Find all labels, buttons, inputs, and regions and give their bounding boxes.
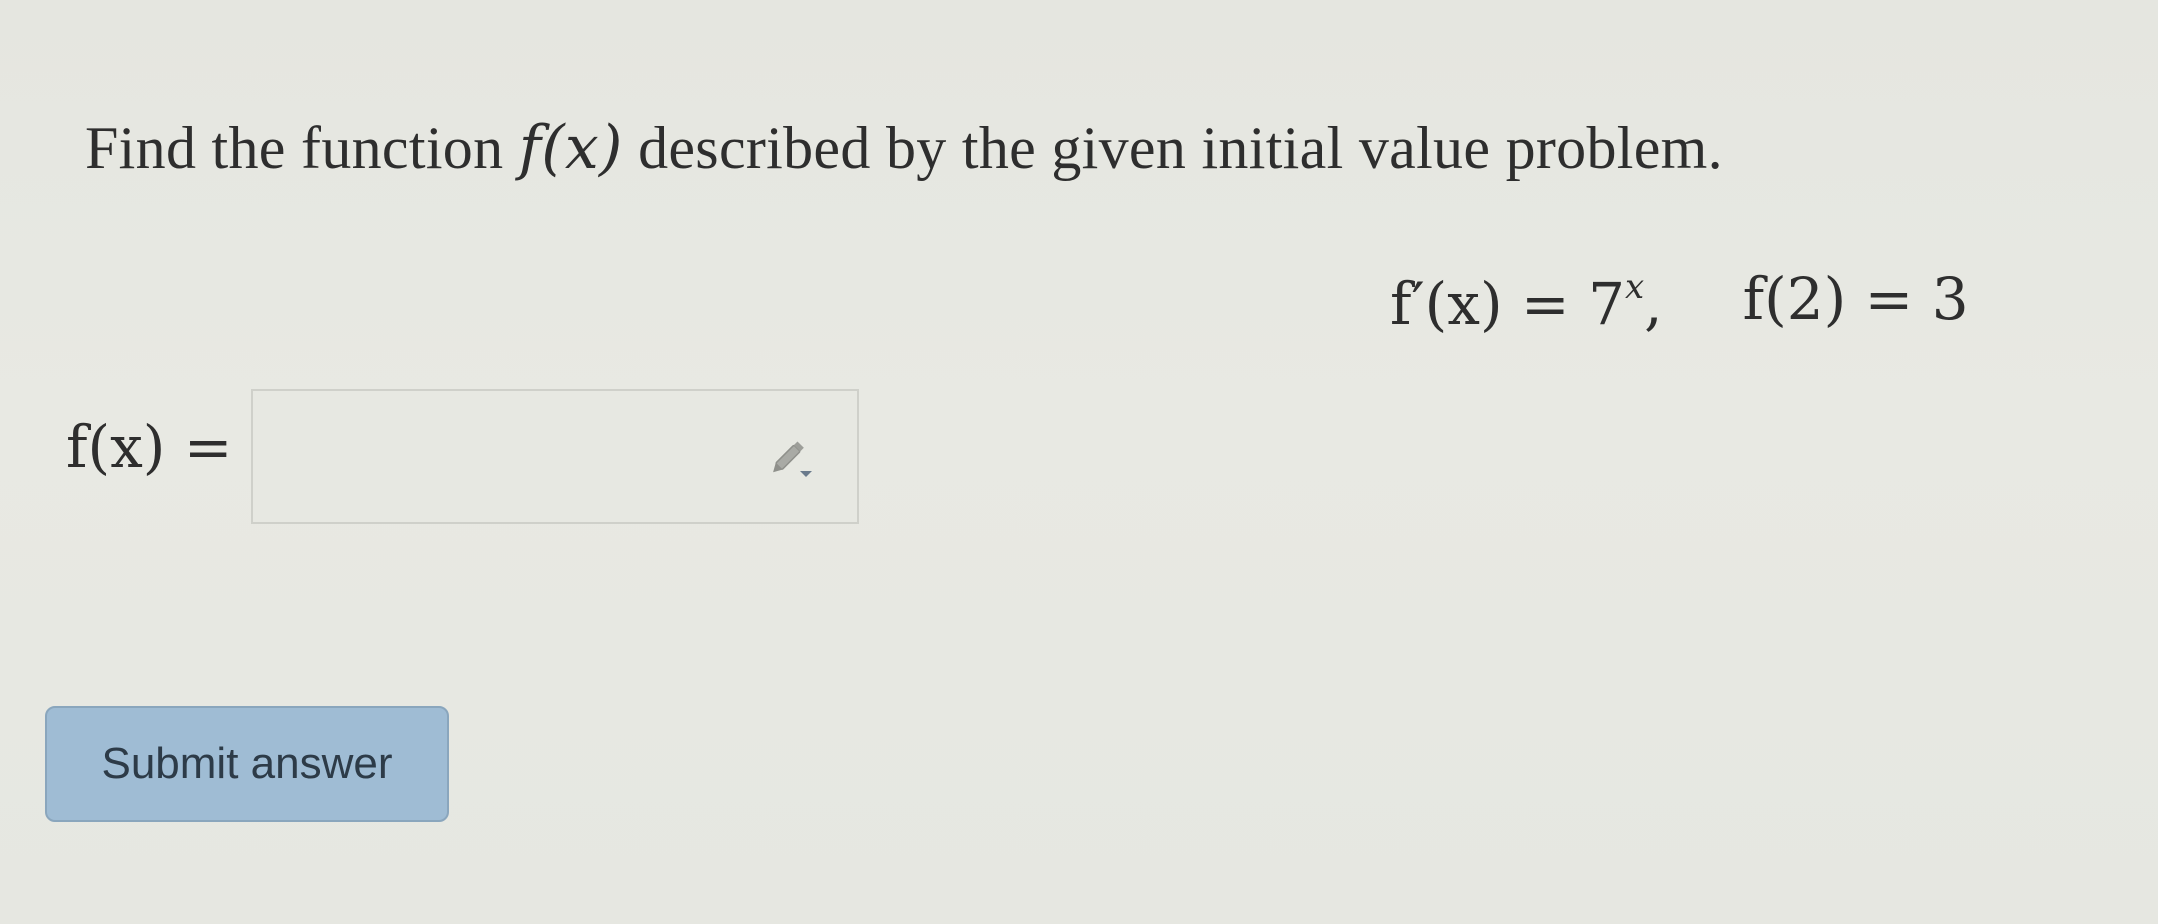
initial-condition: f(2) = 3 [1742,265,1969,333]
derivative-exponent: x [1624,267,1645,307]
question-prompt: Find the function f(x) described by the … [85,118,1723,178]
prompt-text-end: described by the given initial value pro… [622,115,1723,181]
submit-answer-button[interactable]: Submit answer [45,706,449,822]
answer-input[interactable] [251,389,859,524]
derivative-equation: f′(x) = 7x, [1390,270,1663,333]
equation-separator: , [1644,270,1663,338]
answer-label: f(x) = [66,413,233,481]
derivative-lhs: f′(x) = 7 [1390,270,1625,338]
prompt-text-start: Find the function [85,115,519,181]
initial-value-equation: f′(x) = 7x, f(2) = 3 [1390,270,1969,333]
prompt-function: f(x) [518,113,623,183]
pencil-dropdown-icon[interactable] [767,435,817,481]
